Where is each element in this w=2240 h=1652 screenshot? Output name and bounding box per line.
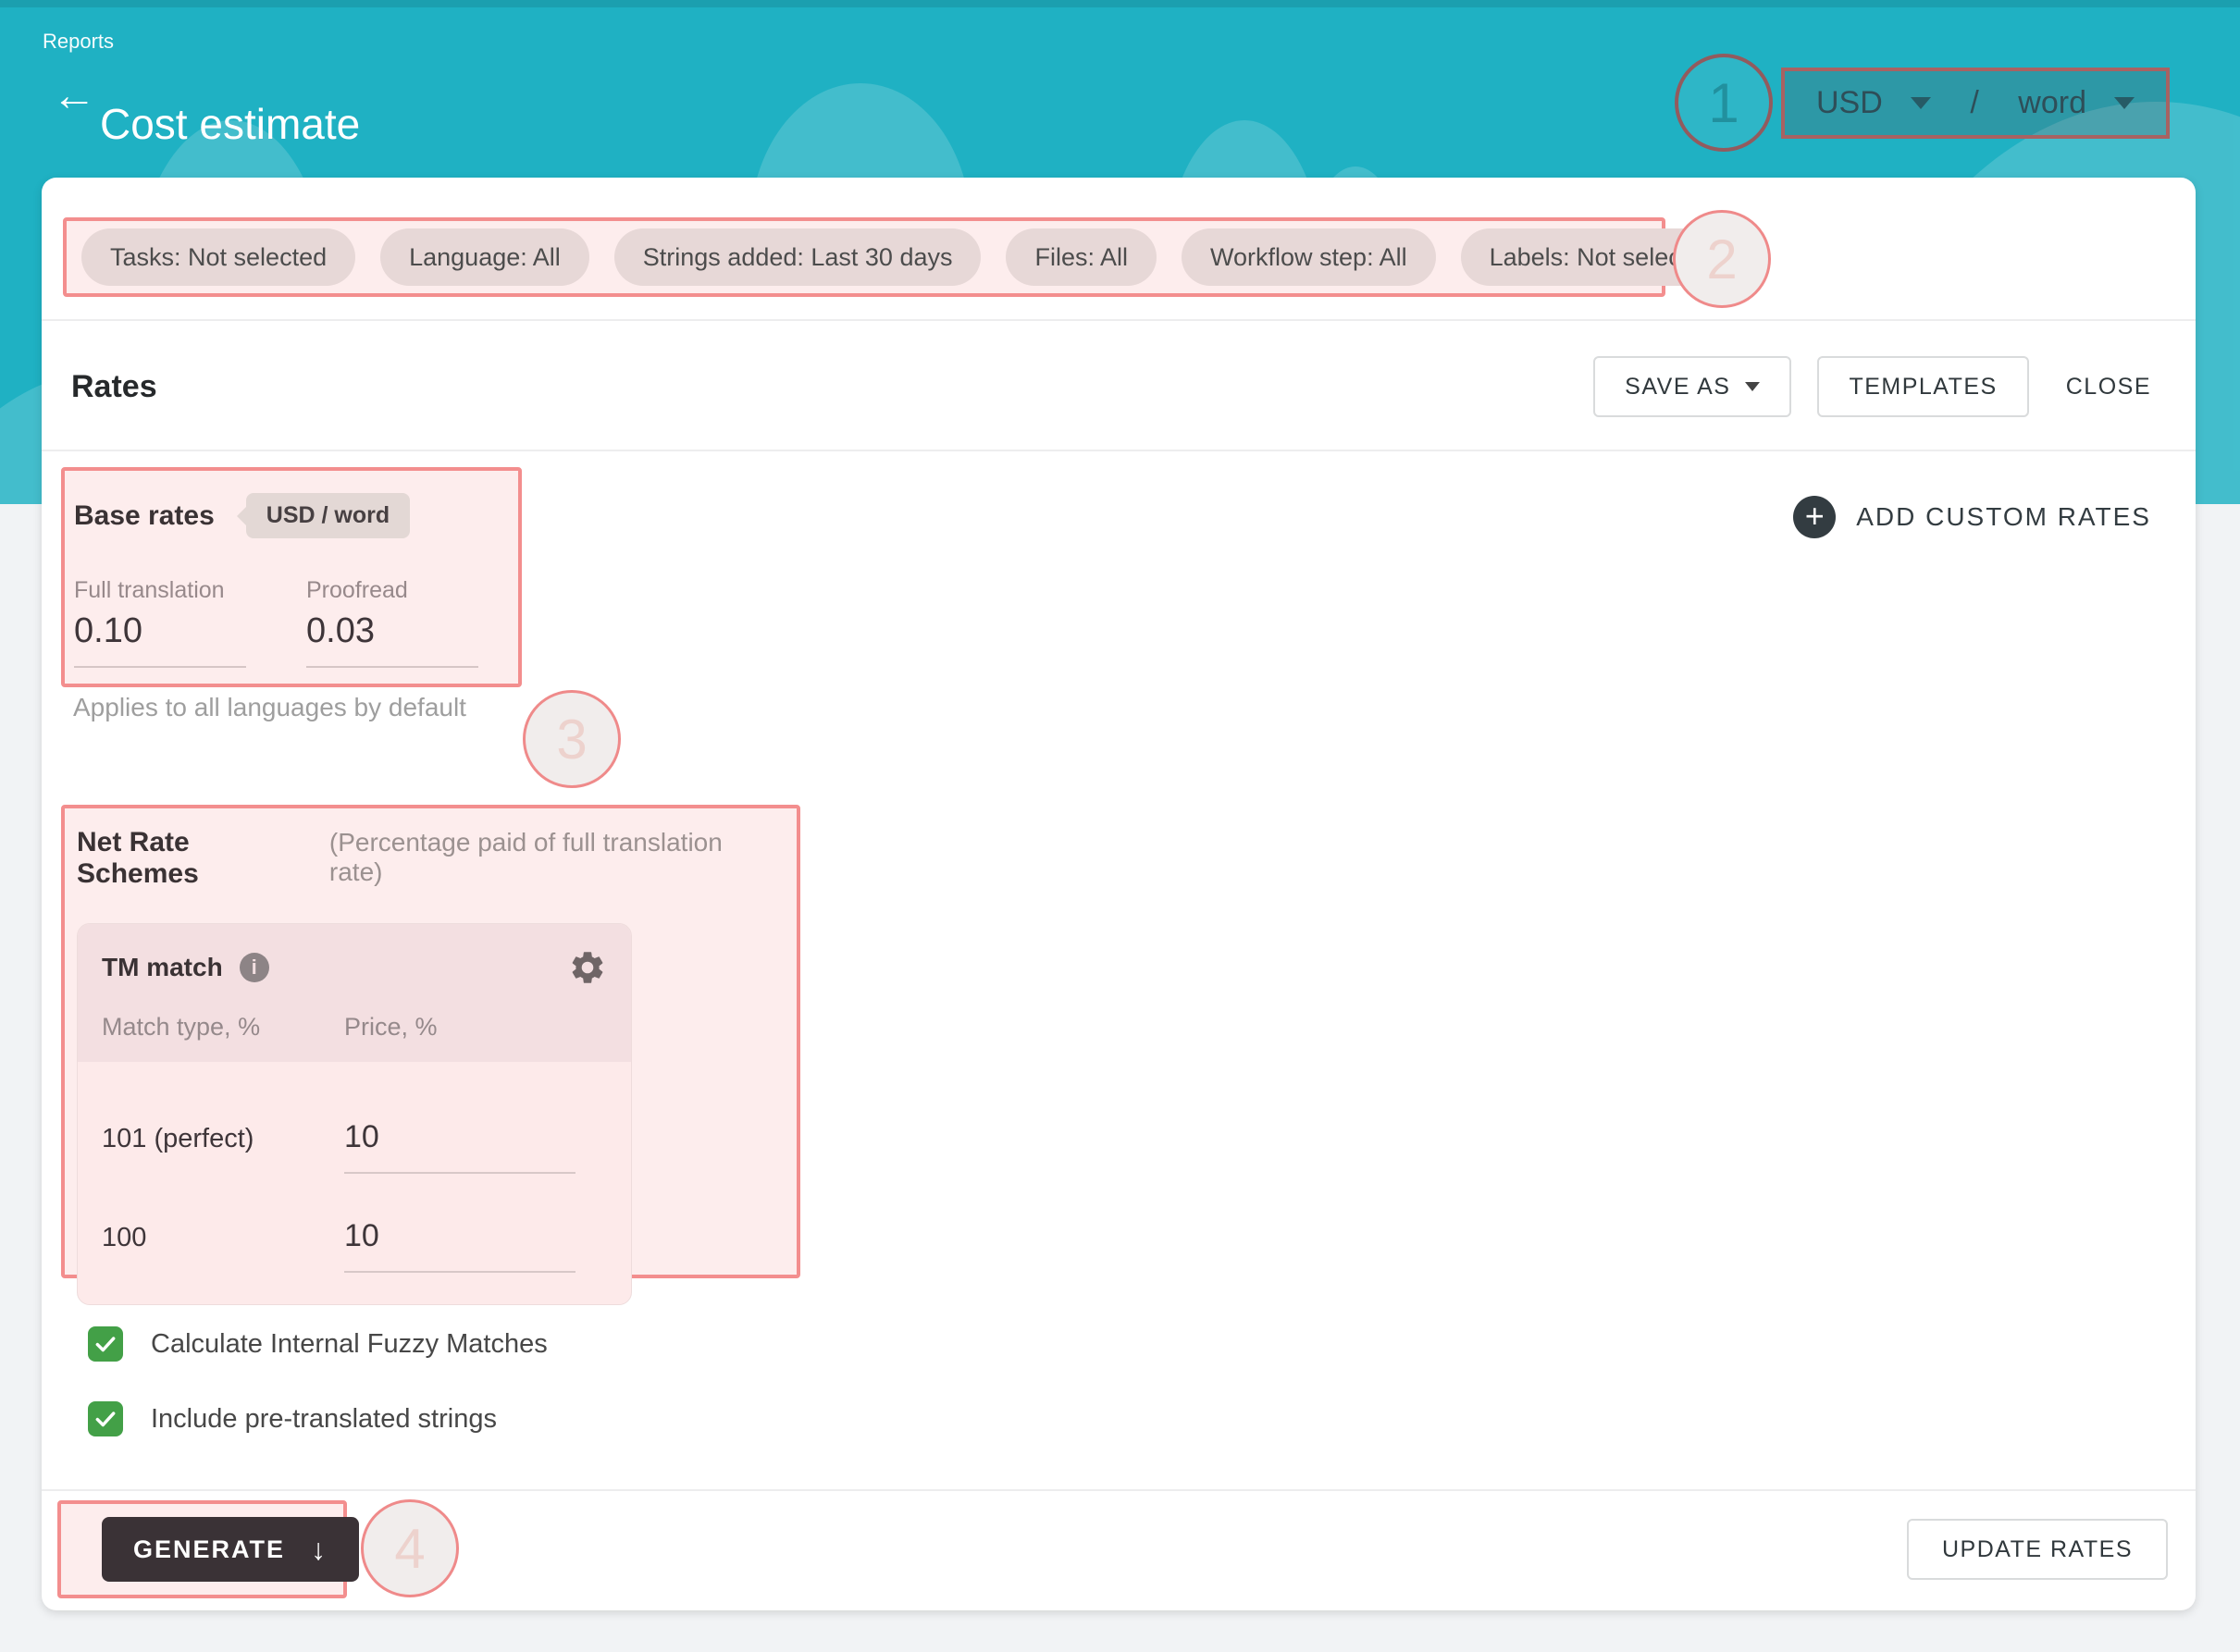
tm-match-card: TM match i Match type, % Price, % 10 xyxy=(77,923,632,1305)
match-type-value: 101 (perfect) xyxy=(102,1124,344,1154)
chevron-down-icon xyxy=(2114,97,2135,109)
option-calculate-internal-fuzzy-matches[interactable]: Calculate Internal Fuzzy Matches xyxy=(88,1322,548,1366)
rates-header-row: Rates SAVE AS TEMPLATES CLOSE xyxy=(71,331,2159,442)
full-translation-field: Full translation 0.10 xyxy=(74,577,246,668)
gear-icon[interactable] xyxy=(568,948,607,987)
update-rates-label: UPDATE RATES xyxy=(1942,1536,2133,1563)
breadcrumb[interactable]: Reports xyxy=(43,30,114,54)
filter-chip-language[interactable]: Language: All xyxy=(380,228,589,286)
filter-chip-workflow-step[interactable]: Workflow step: All xyxy=(1182,228,1436,286)
full-translation-label: Full translation xyxy=(74,577,246,604)
base-rates-title: Base rates xyxy=(74,500,215,532)
net-rate-schemes-title: Net Rate Schemes xyxy=(77,827,315,890)
annotation-box-net-rate-schemes: Net Rate Schemes (Percentage paid of ful… xyxy=(61,805,800,1278)
checkbox-checked-icon xyxy=(88,1401,123,1436)
option-include-pre-translated-strings[interactable]: Include pre-translated strings xyxy=(88,1397,497,1441)
close-label: CLOSE xyxy=(2066,374,2151,401)
currency-unit-separator: / xyxy=(1970,85,1978,121)
annotation-box-base-rates: Base rates USD / word Full translation 0… xyxy=(61,467,522,687)
info-icon[interactable]: i xyxy=(240,953,269,982)
table-row: 101 (perfect) 10 xyxy=(102,1119,607,1174)
cost-estimate-page: Reports ← Cost estimate USD / word 1 Tas… xyxy=(0,0,2240,1652)
unit-dropdown[interactable]: word xyxy=(2018,85,2135,121)
annotation-step-4: 4 xyxy=(361,1499,459,1597)
divider xyxy=(42,319,2196,321)
price-column-header: Price, % xyxy=(344,1013,438,1042)
templates-label: TEMPLATES xyxy=(1849,374,1997,401)
chevron-down-icon xyxy=(1745,382,1760,391)
tm-match-body: 101 (perfect) 10 100 10 xyxy=(78,1062,631,1304)
unit-value: word xyxy=(2018,85,2086,121)
report-card: Tasks: Not selected Language: All String… xyxy=(42,178,2196,1610)
match-type-value: 100 xyxy=(102,1223,344,1253)
divider xyxy=(42,1489,2196,1491)
currency-value: USD xyxy=(1816,85,1883,121)
annotation-box-currency: USD / word xyxy=(1781,68,2170,139)
price-input[interactable]: 10 xyxy=(344,1218,575,1273)
annotation-box-generate: GENERATE ↓ xyxy=(57,1500,347,1598)
templates-button[interactable]: TEMPLATES xyxy=(1817,356,2028,417)
checkbox-checked-icon xyxy=(88,1326,123,1362)
annotation-step-1: 1 xyxy=(1675,54,1773,152)
tm-match-header: TM match i Match type, % Price, % xyxy=(78,924,631,1062)
proofread-input[interactable]: 0.03 xyxy=(306,611,478,668)
match-type-column-header: Match type, % xyxy=(102,1013,344,1042)
option-label: Calculate Internal Fuzzy Matches xyxy=(151,1329,548,1360)
save-as-button[interactable]: SAVE AS xyxy=(1593,356,1791,417)
rates-title: Rates xyxy=(71,369,157,405)
full-translation-input[interactable]: 0.10 xyxy=(74,611,246,668)
net-rate-schemes-subtitle: (Percentage paid of full translation rat… xyxy=(329,828,774,887)
tm-match-title: TM match xyxy=(102,953,223,982)
filter-chip-strings-added[interactable]: Strings added: Last 30 days xyxy=(614,228,982,286)
annotation-box-filters: Tasks: Not selected Language: All String… xyxy=(63,217,1665,297)
save-as-label: SAVE AS xyxy=(1625,374,1730,401)
close-button[interactable]: CLOSE xyxy=(2059,356,2159,417)
arrow-down-icon: ↓ xyxy=(311,1533,328,1567)
divider xyxy=(42,450,2196,451)
filter-chip-tasks[interactable]: Tasks: Not selected xyxy=(81,228,355,286)
proofread-label: Proofread xyxy=(306,577,478,604)
option-label: Include pre-translated strings xyxy=(151,1404,497,1435)
plus-icon: + xyxy=(1793,496,1836,538)
currency-dropdown[interactable]: USD xyxy=(1816,85,1931,121)
price-input[interactable]: 10 xyxy=(344,1119,575,1174)
currency-unit-badge: USD / word xyxy=(246,493,410,538)
annotation-step-3: 3 xyxy=(523,690,621,788)
annotation-step-2: 2 xyxy=(1673,210,1771,308)
back-arrow-icon[interactable]: ← xyxy=(52,74,96,118)
proofread-field: Proofread 0.03 xyxy=(306,577,478,668)
chevron-down-icon xyxy=(1911,97,1931,109)
table-row: 100 10 xyxy=(102,1218,607,1273)
base-rates-note: Applies to all languages by default xyxy=(73,693,466,722)
generate-label: GENERATE xyxy=(133,1535,285,1564)
add-custom-rates-button[interactable]: + ADD CUSTOM RATES xyxy=(1793,496,2151,538)
update-rates-button[interactable]: UPDATE RATES xyxy=(1907,1519,2168,1580)
add-custom-rates-label: ADD CUSTOM RATES xyxy=(1856,502,2151,532)
filter-chip-files[interactable]: Files: All xyxy=(1006,228,1157,286)
page-title: Cost estimate xyxy=(100,103,360,145)
generate-button[interactable]: GENERATE ↓ xyxy=(102,1517,359,1582)
header-top-strip xyxy=(0,0,2240,7)
